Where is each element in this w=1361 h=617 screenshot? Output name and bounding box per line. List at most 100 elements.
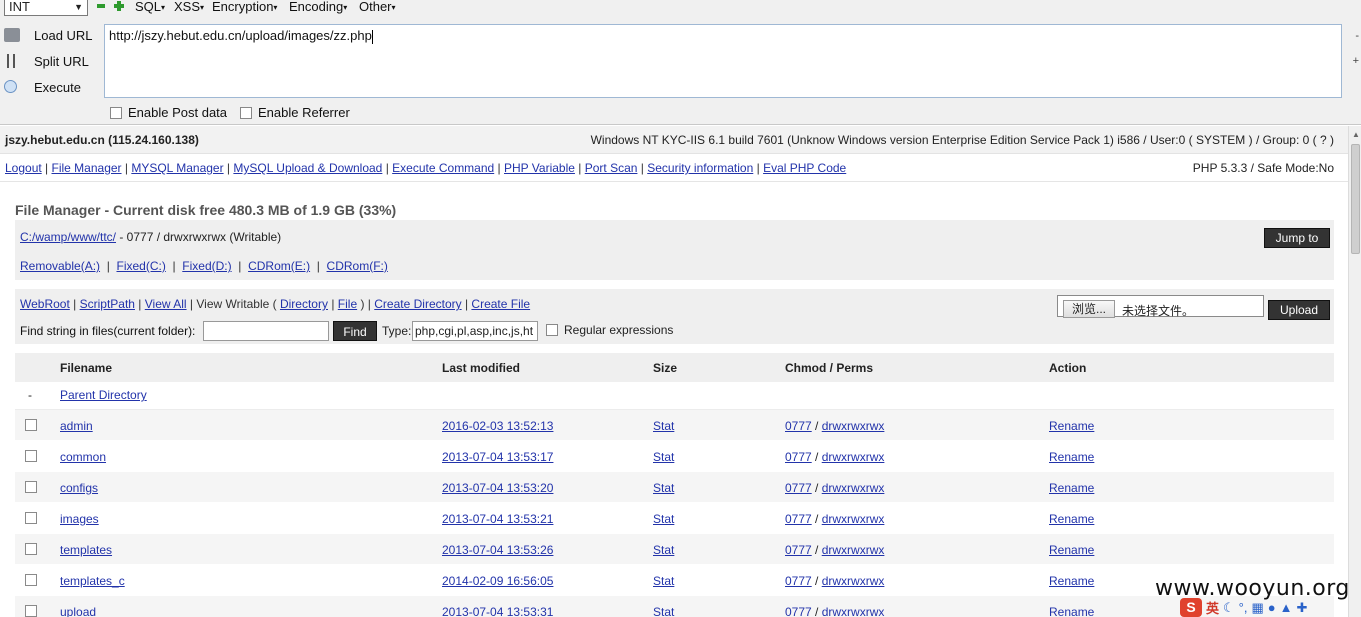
path-link[interactable]: C:/wamp/www/ttc/ <box>20 230 116 244</box>
jump-to-button[interactable]: Jump to <box>1264 228 1330 248</box>
menu-other[interactable]: Other▾ <box>359 0 396 14</box>
checkbox-box[interactable] <box>546 324 558 336</box>
rename-link[interactable]: Rename <box>1049 543 1094 557</box>
stat-link[interactable]: Stat <box>653 419 674 433</box>
stat-link[interactable]: Stat <box>653 481 674 495</box>
parent-directory-link[interactable]: Parent Directory <box>60 388 147 402</box>
drive-f[interactable]: CDRom(F:) <box>327 259 388 273</box>
view-all-link[interactable]: View All <box>145 297 187 311</box>
file-link[interactable]: File <box>338 297 357 311</box>
header-size[interactable]: Size <box>653 361 677 375</box>
moon-icon[interactable]: ☾ <box>1223 600 1235 616</box>
file-name-link[interactable]: templates <box>60 543 112 557</box>
nav-mysql-upload[interactable]: MySQL Upload & Download <box>233 161 382 175</box>
file-name-link[interactable]: images <box>60 512 99 526</box>
nav-file-manager[interactable]: File Manager <box>52 161 122 175</box>
keyboard-icon[interactable]: ▦ <box>1251 600 1263 616</box>
rename-link[interactable]: Rename <box>1049 512 1094 526</box>
directory-link[interactable]: Directory <box>280 297 328 311</box>
perms-link[interactable]: drwxrwxrwx <box>822 605 885 617</box>
enable-post-checkbox[interactable]: Enable Post data <box>110 105 227 120</box>
ime-mode[interactable]: 英 <box>1206 598 1219 617</box>
file-name-link[interactable]: configs <box>60 481 98 495</box>
scroll-thumb[interactable] <box>1351 144 1360 254</box>
url-textarea[interactable]: http://jszy.hebut.edu.cn/upload/images/z… <box>104 24 1342 98</box>
decrease-button[interactable] <box>97 4 105 8</box>
header-perms[interactable]: Chmod / Perms <box>785 361 873 375</box>
nav-mysql-manager[interactable]: MYSQL Manager <box>131 161 223 175</box>
header-modified[interactable]: Last modified <box>442 361 520 375</box>
stat-link[interactable]: Stat <box>653 512 674 526</box>
find-button[interactable]: Find <box>333 321 377 341</box>
perms-link[interactable]: drwxrwxrwx <box>822 543 885 557</box>
find-input[interactable] <box>203 321 329 341</box>
rename-link[interactable]: Rename <box>1049 481 1094 495</box>
row-checkbox[interactable] <box>25 543 37 555</box>
rename-link[interactable]: Rename <box>1049 419 1094 433</box>
chmod-link[interactable]: 0777 <box>785 543 812 557</box>
chmod-link[interactable]: 0777 <box>785 450 812 464</box>
webroot-link[interactable]: WebRoot <box>20 297 70 311</box>
drive-a[interactable]: Removable(A:) <box>20 259 100 273</box>
create-directory-link[interactable]: Create Directory <box>374 297 461 311</box>
modified-date-link[interactable]: 2014-02-09 16:56:05 <box>442 574 553 588</box>
chmod-link[interactable]: 0777 <box>785 512 812 526</box>
chmod-link[interactable]: 0777 <box>785 574 812 588</box>
stat-link[interactable]: Stat <box>653 605 674 617</box>
menu-sql[interactable]: SQL▾ <box>135 0 165 14</box>
split-url-button[interactable]: Split URL <box>0 50 100 76</box>
drive-d[interactable]: Fixed(D:) <box>182 259 231 273</box>
regex-checkbox[interactable]: Regular expressions <box>546 323 673 337</box>
browse-button[interactable]: 浏览... <box>1063 300 1115 318</box>
punctuation-icon[interactable]: °, <box>1239 600 1248 615</box>
execute-button[interactable]: Execute <box>0 76 100 102</box>
type-select[interactable]: INT ▼ <box>4 0 88 16</box>
nav-php-variable[interactable]: PHP Variable <box>504 161 575 175</box>
perms-link[interactable]: drwxrwxrwx <box>822 574 885 588</box>
skin-icon[interactable]: ▲ <box>1280 600 1293 615</box>
modified-date-link[interactable]: 2013-07-04 13:53:26 <box>442 543 553 557</box>
modified-date-link[interactable]: 2013-07-04 13:53:17 <box>442 450 553 464</box>
rename-link[interactable]: Rename <box>1049 450 1094 464</box>
rename-link[interactable]: Rename <box>1049 605 1094 617</box>
file-name-link[interactable]: common <box>60 450 106 464</box>
stat-link[interactable]: Stat <box>653 543 674 557</box>
checkbox-box[interactable] <box>110 107 122 119</box>
file-picker[interactable]: 浏览... 未选择文件。 <box>1057 295 1264 318</box>
checkbox-box[interactable] <box>240 107 252 119</box>
modified-date-link[interactable]: 2013-07-04 13:53:21 <box>442 512 553 526</box>
nav-eval-php[interactable]: Eval PHP Code <box>763 161 846 175</box>
perms-link[interactable]: drwxrwxrwx <box>822 450 885 464</box>
page-scrollbar[interactable]: ▲ <box>1348 126 1361 617</box>
perms-link[interactable]: drwxrwxrwx <box>822 419 885 433</box>
scriptpath-link[interactable]: ScriptPath <box>80 297 135 311</box>
chmod-link[interactable]: 0777 <box>785 605 812 617</box>
tools-icon[interactable]: ✚ <box>1297 600 1308 616</box>
menu-encoding[interactable]: Encoding▾ <box>289 0 347 14</box>
type-input[interactable]: php,cgi,pl,asp,inc,js,ht <box>412 321 538 341</box>
row-checkbox[interactable] <box>25 512 37 524</box>
row-checkbox[interactable] <box>25 419 37 431</box>
load-url-button[interactable]: Load URL <box>0 24 100 50</box>
perms-link[interactable]: drwxrwxrwx <box>822 512 885 526</box>
menu-xss[interactable]: XSS▾ <box>174 0 204 14</box>
upload-button[interactable]: Upload <box>1268 300 1330 320</box>
chmod-link[interactable]: 0777 <box>785 481 812 495</box>
drive-c[interactable]: Fixed(C:) <box>116 259 165 273</box>
stat-link[interactable]: Stat <box>653 574 674 588</box>
rename-link[interactable]: Rename <box>1049 574 1094 588</box>
file-name-link[interactable]: templates_c <box>60 574 125 588</box>
row-checkbox[interactable] <box>25 605 37 617</box>
header-filename[interactable]: Filename <box>60 361 112 375</box>
expand-icon[interactable]: + <box>1353 55 1359 67</box>
row-checkbox[interactable] <box>25 450 37 462</box>
shrink-icon[interactable]: - <box>1355 30 1359 42</box>
modified-date-link[interactable]: 2013-07-04 13:53:31 <box>442 605 553 617</box>
enable-referrer-checkbox[interactable]: Enable Referrer <box>240 105 350 120</box>
user-icon[interactable]: ● <box>1268 600 1276 615</box>
perms-link[interactable]: drwxrwxrwx <box>822 481 885 495</box>
chmod-link[interactable]: 0777 <box>785 419 812 433</box>
nav-execute-command[interactable]: Execute Command <box>392 161 494 175</box>
stat-link[interactable]: Stat <box>653 450 674 464</box>
modified-date-link[interactable]: 2013-07-04 13:53:20 <box>442 481 553 495</box>
